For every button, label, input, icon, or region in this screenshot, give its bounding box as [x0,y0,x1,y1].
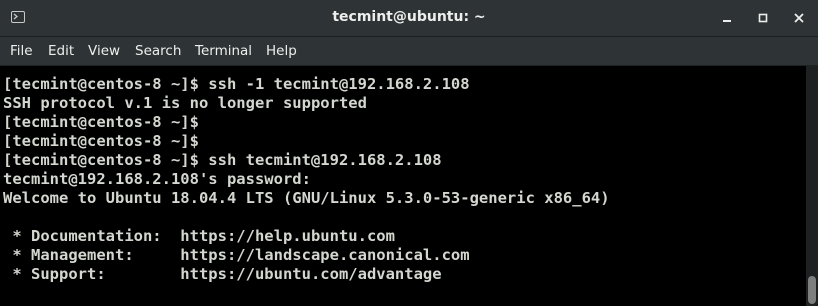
terminal-line: [tecmint@centos-8 ~]$ [3,132,199,150]
terminal-line: [tecmint@centos-8 ~]$ ssh tecmint@192.16… [3,151,442,169]
menu-bar: File Edit View Search Terminal Help [0,37,818,66]
menu-edit[interactable]: Edit [48,43,74,59]
terminal-output[interactable]: [tecmint@centos-8 ~]$ ssh -1 tecmint@192… [0,66,806,306]
title-bar[interactable]: tecmint@ubuntu: ~ [0,0,818,37]
terminal-line: * Management: https://landscape.canonica… [3,246,470,264]
terminal-line: SSH protocol v.1 is no longer supported [3,94,367,112]
terminal-line: [tecmint@centos-8 ~]$ [3,113,199,131]
menu-help[interactable]: Help [266,43,297,59]
close-icon [794,13,804,23]
close-button[interactable] [789,8,809,28]
window-title: tecmint@ubuntu: ~ [332,9,486,25]
terminal-line: [tecmint@centos-8 ~]$ ssh -1 tecmint@192… [3,75,470,93]
minimize-button[interactable] [717,8,737,28]
menu-terminal[interactable]: Terminal [195,43,252,59]
minimize-icon [723,20,731,22]
terminal-line: Welcome to Ubuntu 18.04.4 LTS (GNU/Linux… [3,189,610,207]
terminal-line: tecmint@192.168.2.108's password: [3,170,311,188]
maximize-button[interactable] [753,8,773,28]
terminal-line: * Support: https://ubuntu.com/advantage [3,265,442,283]
scrollbar-thumb[interactable] [808,276,816,304]
vertical-scrollbar[interactable] [806,66,818,306]
menu-view[interactable]: View [88,43,120,59]
maximize-icon [758,13,768,23]
menu-search[interactable]: Search [135,43,181,59]
terminal-line: * Documentation: https://help.ubuntu.com [3,227,395,245]
terminal-window: tecmint@ubuntu: ~ File Edit View Search … [0,0,818,306]
menu-file[interactable]: File [10,43,33,59]
